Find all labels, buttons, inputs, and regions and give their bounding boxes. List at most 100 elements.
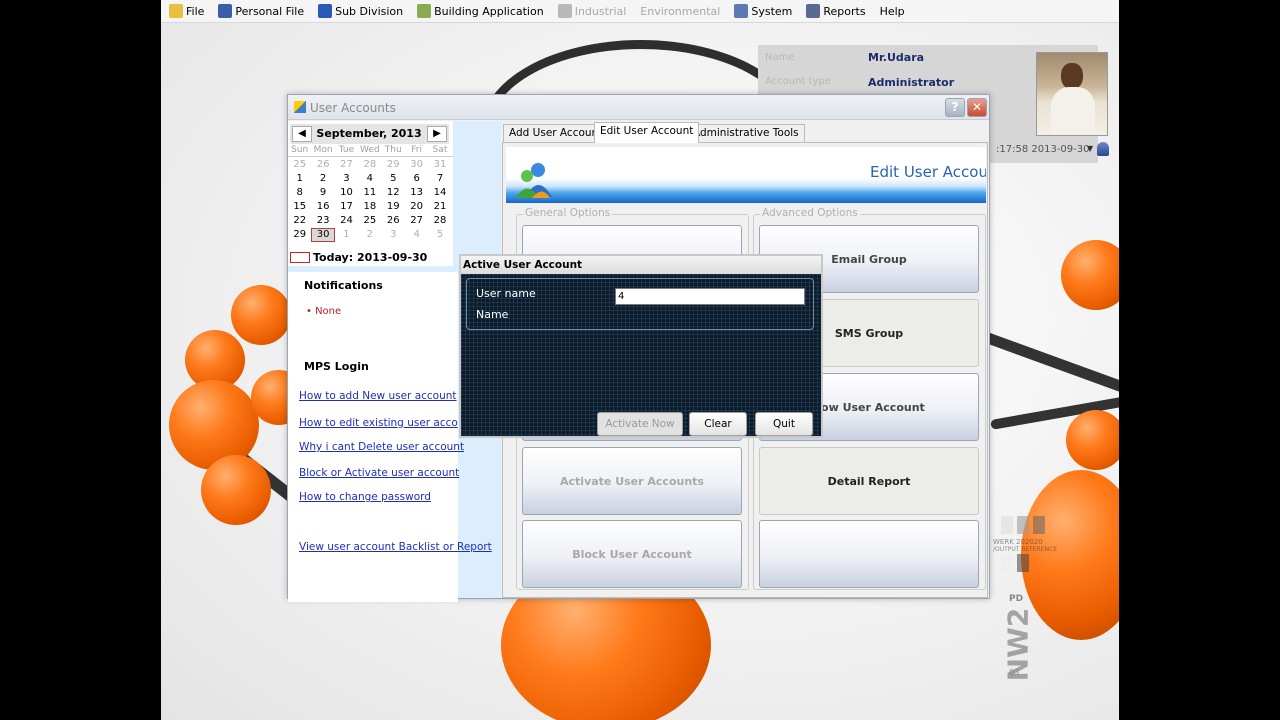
watermark-text: PD <box>1009 594 1024 604</box>
tab-edit-user-account[interactable]: Edit User Account <box>594 122 700 143</box>
tab-add-user-account[interactable]: Add User Account <box>503 124 609 142</box>
tab-administrative-tools[interactable]: Administrative Tools <box>687 124 805 142</box>
dropdown-arrow-icon[interactable]: ▼ <box>1087 144 1093 153</box>
name-label: Name <box>476 308 509 321</box>
calendar-day[interactable]: 16 <box>311 200 334 214</box>
help-link[interactable]: View user account Backlist or Report <box>299 541 492 553</box>
help-link[interactable]: Block or Activate user account <box>299 467 459 479</box>
calendar-day-selected[interactable]: 30 <box>311 228 335 242</box>
help-link[interactable]: How to add New user account <box>299 390 457 402</box>
calendar-day[interactable]: 7 <box>428 172 451 186</box>
prev-month-button[interactable]: ◀ <box>292 126 312 142</box>
calendar-day[interactable]: 31 <box>428 158 451 172</box>
calendar-day[interactable]: 12 <box>382 186 405 200</box>
calendar-day[interactable]: 11 <box>358 186 381 200</box>
calendar-day[interactable]: 2 <box>358 228 381 242</box>
menu-building-application[interactable]: Building Application <box>417 4 544 18</box>
users-icon <box>516 163 552 198</box>
title-bar: User Accounts ? ✕ <box>288 95 989 120</box>
calendar-today[interactable]: Today: 2013-09-30 <box>290 251 427 264</box>
help-button[interactable]: ? <box>945 98 965 117</box>
calendar-day[interactable]: 17 <box>335 200 358 214</box>
calendar-day[interactable]: 24 <box>335 214 358 228</box>
menu-label: Sub Division <box>335 4 404 18</box>
calendar-day[interactable]: 28 <box>428 214 451 228</box>
watermark-text: 03 <box>1009 668 1020 677</box>
help-link[interactable]: Why i cant Delete user account <box>299 441 464 453</box>
file-icon <box>169 4 183 18</box>
advanced-option-button[interactable] <box>759 520 979 588</box>
menu-sub-division[interactable]: Sub Division <box>318 4 403 18</box>
calendar-day[interactable]: 19 <box>382 200 405 214</box>
calendar-day[interactable]: 26 <box>311 158 334 172</box>
detail-report-button[interactable]: Detail Report <box>759 447 979 515</box>
help-link[interactable]: How to edit existing user acco <box>299 417 458 429</box>
calendar-day[interactable]: 22 <box>288 214 311 228</box>
calendar-day[interactable]: 3 <box>335 172 358 186</box>
tools-icon <box>734 4 749 18</box>
user-icon[interactable] <box>1097 142 1109 156</box>
desktop: File Personal File Sub Division Building Ap… <box>161 0 1119 720</box>
username-label: User name <box>476 287 536 300</box>
calendar-day[interactable]: 2 <box>311 172 334 186</box>
calendar-day[interactable]: 5 <box>382 172 405 186</box>
calendar-days: 25 26 27 28 29 30 31 1 2 3 4 5 6 7 8 9 10 11 12 13 14 15 16 17 1… <box>288 158 453 242</box>
calendar-day[interactable]: 1 <box>288 172 311 186</box>
calendar-day[interactable]: 23 <box>311 214 334 228</box>
background-sphere <box>1066 410 1119 470</box>
calendar-day[interactable]: 26 <box>382 214 405 228</box>
calendar-day[interactable]: 4 <box>358 172 381 186</box>
calendar-day[interactable]: 4 <box>405 228 428 242</box>
menu-industrial[interactable]: Industrial <box>557 4 627 18</box>
calendar-day[interactable]: 9 <box>311 186 334 200</box>
today-label: Today: 2013-09-30 <box>313 251 428 264</box>
calendar-day[interactable]: 30 <box>405 158 428 172</box>
calendar-day[interactable]: 29 <box>288 228 311 242</box>
calendar-day[interactable]: 28 <box>358 158 381 172</box>
menu-label: Industrial <box>574 4 627 18</box>
subdivision-icon <box>318 4 333 18</box>
calendar-day[interactable]: 13 <box>405 186 428 200</box>
menu-reports[interactable]: Reports <box>806 4 866 18</box>
calendar-day[interactable]: 27 <box>335 158 358 172</box>
calendar-day[interactable]: 3 <box>382 228 405 242</box>
account-type-value: Administrator <box>868 76 955 89</box>
calendar-day[interactable]: 21 <box>428 200 451 214</box>
weekday-label: Fri <box>411 145 423 155</box>
person-icon <box>218 4 233 18</box>
calendar-day[interactable]: 8 <box>288 186 311 200</box>
calendar-day[interactable]: 6 <box>405 172 428 186</box>
advanced-options-title: Advanced Options <box>760 207 860 219</box>
calendar-day[interactable]: 1 <box>335 228 358 242</box>
calendar-day[interactable]: 14 <box>428 186 451 200</box>
menu-personal-file[interactable]: Personal File <box>218 4 304 18</box>
calendar-day[interactable]: 27 <box>405 214 428 228</box>
close-button[interactable]: ✕ <box>967 98 987 117</box>
calendar-day[interactable]: 20 <box>405 200 428 214</box>
menu-file[interactable]: File <box>169 4 204 18</box>
calendar-day[interactable]: 29 <box>382 158 405 172</box>
quit-button[interactable]: Quit <box>755 412 813 436</box>
menu-environmental[interactable]: Environmental <box>640 5 720 18</box>
menu-system[interactable]: System <box>734 4 792 18</box>
calendar-day[interactable]: 18 <box>358 200 381 214</box>
calendar-day[interactable]: 5 <box>428 228 451 242</box>
menu-help[interactable]: Help <box>880 5 905 18</box>
activate-now-button[interactable]: Activate Now <box>597 412 683 436</box>
next-month-button[interactable]: ▶ <box>427 126 447 142</box>
app-icon <box>294 101 306 113</box>
clear-button[interactable]: Clear <box>689 412 747 436</box>
calendar-day[interactable]: 25 <box>358 214 381 228</box>
menu-label: System <box>751 4 793 18</box>
status-time: :17:58 2013-09-30 <box>996 144 1090 155</box>
calendar-day[interactable]: 25 <box>288 158 311 172</box>
block-user-account-button[interactable]: Block User Account <box>522 520 742 588</box>
weekday-label: Sun <box>291 145 309 155</box>
calendar-day[interactable]: 15 <box>288 200 311 214</box>
username-input[interactable] <box>615 288 805 305</box>
activate-user-accounts-button[interactable]: Activate User Accounts <box>522 447 742 515</box>
weekday-label: Thu <box>384 145 402 155</box>
menu-label: Personal File <box>235 4 305 18</box>
calendar-day[interactable]: 10 <box>335 186 358 200</box>
help-link[interactable]: How to change password <box>299 491 431 503</box>
